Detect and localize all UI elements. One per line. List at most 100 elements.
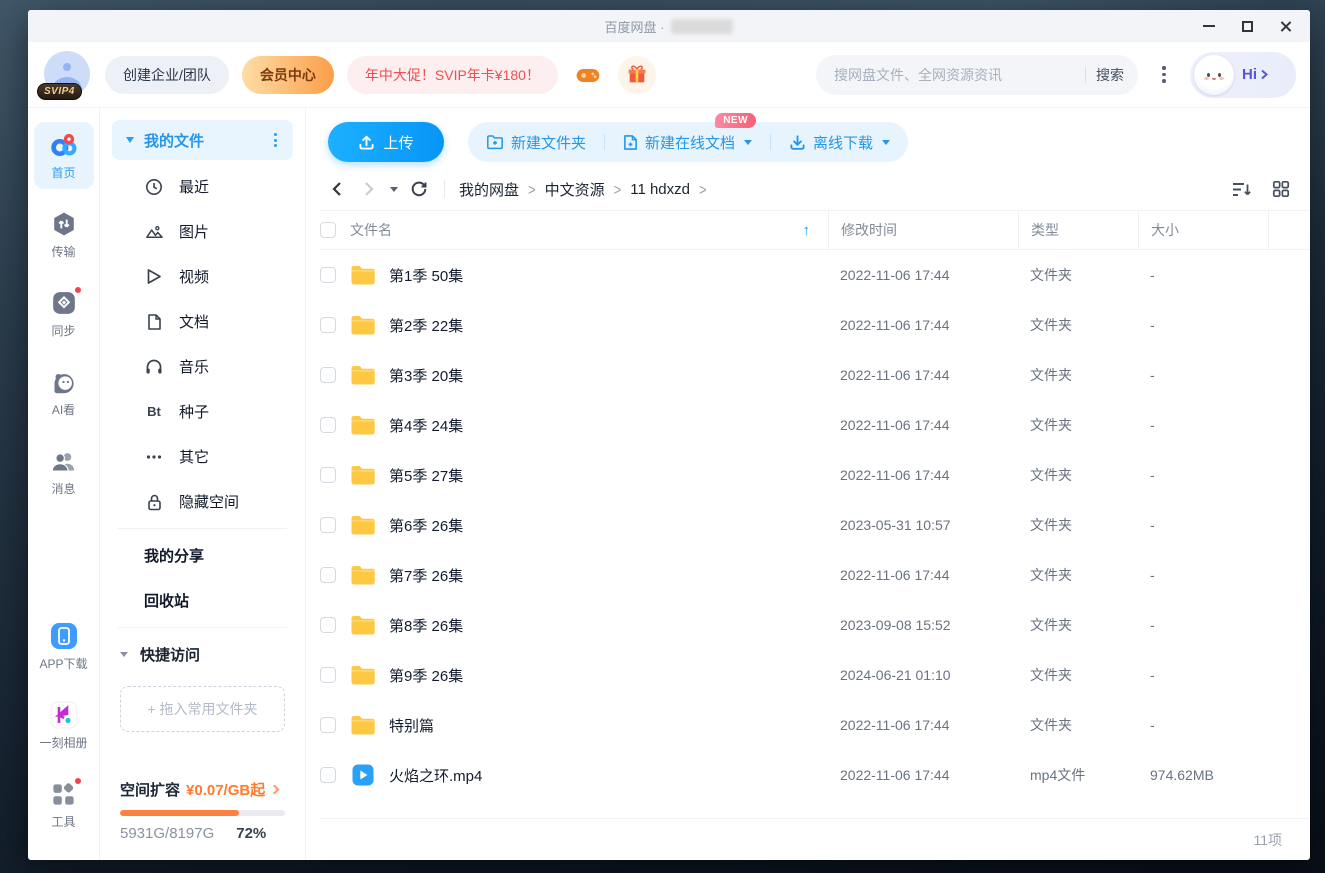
file-type: 文件夹 <box>1018 365 1138 385</box>
header: SVIP4 创建企业/团队 会员中心 年中大促！SVIP年卡¥180！ 搜索 H… <box>28 42 1310 108</box>
nav-item-transfer[interactable]: 传输 <box>34 201 94 268</box>
file-name[interactable]: 第2季 22集 <box>389 315 463 336</box>
my-files-menu-button[interactable] <box>270 129 281 151</box>
sort-ascending-icon[interactable]: ↑ <box>803 222 821 239</box>
row-checkbox[interactable] <box>320 267 336 283</box>
new-folder-button[interactable]: 新建文件夹 <box>468 122 604 162</box>
nav-item-sync[interactable]: 同步 <box>34 280 94 347</box>
file-name[interactable]: 第8季 26集 <box>389 615 463 636</box>
search-button[interactable]: 搜索 <box>1096 65 1124 85</box>
row-checkbox[interactable] <box>320 417 336 433</box>
table-row[interactable]: 特别篇 2022-11-06 17:44 文件夹 - <box>320 700 1310 750</box>
table-row[interactable]: 火焰之环.mp4 2022-11-06 17:44 mp4文件 974.62MB <box>320 750 1310 800</box>
promo-banner[interactable]: 年中大促！SVIP年卡¥180！ <box>347 56 558 94</box>
create-team-button[interactable]: 创建企业/团队 <box>105 56 229 94</box>
assistant-pill[interactable]: Hi <box>1190 52 1296 98</box>
file-name[interactable]: 火焰之环.mp4 <box>389 765 482 786</box>
file-name[interactable]: 第6季 26集 <box>389 515 463 536</box>
forward-button[interactable] <box>358 178 380 200</box>
sidebar-item-hidden-space[interactable]: 隐藏空间 <box>100 479 305 524</box>
game-center-button[interactable] <box>571 58 605 92</box>
sidebar-item-other[interactable]: 其它 <box>100 434 305 479</box>
minimize-button[interactable] <box>1194 13 1224 39</box>
row-checkbox[interactable] <box>320 617 336 633</box>
offline-download-button[interactable]: 离线下载 <box>771 122 908 162</box>
sidebar-item-pictures[interactable]: 图片 <box>100 209 305 254</box>
sidebar-item-documents[interactable]: 文档 <box>100 299 305 344</box>
tools-icon <box>49 779 79 809</box>
sidebar-item-videos[interactable]: 视频 <box>100 254 305 299</box>
row-checkbox[interactable] <box>320 367 336 383</box>
expand-storage-link[interactable]: 空间扩容 ¥0.07/GB起 <box>120 779 285 800</box>
file-name[interactable]: 第9季 26集 <box>389 665 463 686</box>
more-menu-button[interactable] <box>1151 58 1177 92</box>
nav-item-messages[interactable]: 消息 <box>34 438 94 505</box>
row-checkbox[interactable] <box>320 467 336 483</box>
file-name[interactable]: 第3季 20集 <box>389 365 463 386</box>
row-checkbox[interactable] <box>320 717 336 733</box>
table-row[interactable]: 第8季 26集 2023-09-08 15:52 文件夹 - <box>320 600 1310 650</box>
breadcrumb-item[interactable]: 我的网盘 <box>459 179 519 200</box>
file-name[interactable]: 第1季 50集 <box>389 265 463 286</box>
column-header-size[interactable]: 大小 <box>1138 211 1268 249</box>
column-header-type[interactable]: 类型 <box>1018 211 1138 249</box>
row-checkbox[interactable] <box>320 767 336 783</box>
maximize-button[interactable] <box>1232 13 1262 39</box>
sidebar-my-files[interactable]: 我的文件 <box>112 120 293 160</box>
favorite-folder-dropzone[interactable]: + 拖入常用文件夹 <box>120 686 285 732</box>
breadcrumb-separator: > <box>699 180 707 198</box>
file-modified: 2022-11-06 17:44 <box>828 317 1018 333</box>
sidebar-item-torrents[interactable]: Bt 种子 <box>100 389 305 434</box>
sidebar-item-music[interactable]: 音乐 <box>100 344 305 389</box>
search-input[interactable] <box>834 67 1075 83</box>
grid-view-button[interactable] <box>1270 178 1292 200</box>
user-avatar[interactable]: SVIP4 <box>44 51 92 99</box>
breadcrumb-item[interactable]: 中文资源 <box>545 179 605 200</box>
row-checkbox[interactable] <box>320 317 336 333</box>
row-checkbox[interactable] <box>320 517 336 533</box>
table-row[interactable]: 第5季 27集 2022-11-06 17:44 文件夹 - <box>320 450 1310 500</box>
table-row[interactable]: 第9季 26集 2024-06-21 01:10 文件夹 - <box>320 650 1310 700</box>
file-name[interactable]: 第5季 27集 <box>389 465 463 486</box>
nav-item-yike-album[interactable]: 一刻相册 <box>34 692 94 759</box>
close-button[interactable] <box>1270 13 1300 39</box>
gift-button[interactable] <box>618 56 656 94</box>
breadcrumb-bar: 我的网盘 > 中文资源 > 11 hdxzd > <box>306 172 1310 210</box>
table-row[interactable]: 第4季 24集 2022-11-06 17:44 文件夹 - <box>320 400 1310 450</box>
nav-item-tools[interactable]: 工具 <box>34 771 94 838</box>
member-center-button[interactable]: 会员中心 <box>242 56 334 94</box>
maximize-icon <box>1242 21 1253 32</box>
row-checkbox[interactable] <box>320 667 336 683</box>
sidebar-item-my-shares[interactable]: 我的分享 <box>100 533 305 578</box>
file-modified: 2022-11-06 17:44 <box>828 417 1018 433</box>
upload-button[interactable]: 上传 <box>328 122 444 162</box>
file-name[interactable]: 特别篇 <box>389 715 434 736</box>
file-name[interactable]: 第7季 26集 <box>389 565 463 586</box>
lock-icon <box>144 493 164 511</box>
nav-item-ai-view[interactable]: AI看 <box>34 359 94 426</box>
column-header-name[interactable]: 文件名 <box>350 220 392 240</box>
sidebar-item-recent[interactable]: 最近 <box>100 164 305 209</box>
history-dropdown-button[interactable] <box>390 187 398 192</box>
file-modified: 2022-11-06 17:44 <box>828 367 1018 383</box>
nav-item-home[interactable]: 首页 <box>34 122 94 189</box>
nav-item-app-download[interactable]: APP下载 <box>34 613 94 680</box>
column-header-modified[interactable]: 修改时间 <box>828 211 1018 249</box>
back-button[interactable] <box>326 178 348 200</box>
table-row[interactable]: 第6季 26集 2023-05-31 10:57 文件夹 - <box>320 500 1310 550</box>
table-row[interactable]: 第3季 20集 2022-11-06 17:44 文件夹 - <box>320 350 1310 400</box>
sidebar-item-recycle-bin[interactable]: 回收站 <box>100 578 305 623</box>
select-all-checkbox[interactable] <box>320 222 336 238</box>
refresh-button[interactable] <box>408 178 430 200</box>
download-icon <box>789 134 806 150</box>
window-title-text: 百度网盘 · <box>605 17 665 36</box>
sort-button[interactable] <box>1230 178 1252 200</box>
row-checkbox[interactable] <box>320 567 336 583</box>
file-name[interactable]: 第4季 24集 <box>389 415 463 436</box>
new-online-doc-button[interactable]: NEW 新建在线文档 <box>605 122 770 162</box>
breadcrumb-item[interactable]: 11 hdxzd <box>630 181 690 198</box>
table-row[interactable]: 第7季 26集 2022-11-06 17:44 文件夹 - <box>320 550 1310 600</box>
table-row[interactable]: 第1季 50集 2022-11-06 17:44 文件夹 - <box>320 250 1310 300</box>
quick-access-header[interactable]: 快捷访问 <box>100 632 305 676</box>
table-row[interactable]: 第2季 22集 2022-11-06 17:44 文件夹 - <box>320 300 1310 350</box>
